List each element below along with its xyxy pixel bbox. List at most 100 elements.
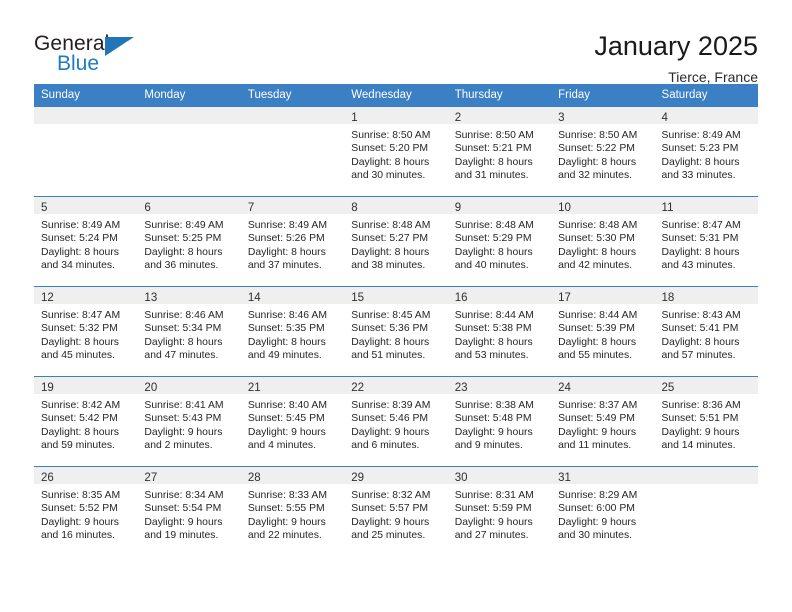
calendar-day-cell[interactable]: 5 Sunrise: 8:49 AM Sunset: 5:24 PM Daylight… xyxy=(34,196,138,287)
day-number-band: 15 xyxy=(344,287,448,304)
daylight-line-cont: and 51 minutes. xyxy=(351,350,426,362)
day-number: 1 xyxy=(351,112,358,124)
calendar-day-cell[interactable]: 12 Sunrise: 8:47 AM Sunset: 5:32 PM Dayligh… xyxy=(34,286,138,377)
sunrise-line: Sunrise: 8:32 AM xyxy=(351,490,431,501)
calendar-day-cell[interactable]: 30 Sunrise: 8:31 AM Sunset: 5:59 PM Dayligh… xyxy=(447,466,552,556)
day-number-band: 21 xyxy=(240,377,345,394)
sunset-line: Sunset: 5:51 PM xyxy=(661,413,739,425)
daylight-line: Daylight: 9 hours xyxy=(558,426,637,438)
calendar-week-row: 19 Sunrise: 8:42 AM Sunset: 5:42 PM Dayligh… xyxy=(34,376,758,467)
calendar-day-cell[interactable]: 16 Sunrise: 8:44 AM Sunset: 5:38 PM Dayligh… xyxy=(447,286,552,377)
sunrise-line: Sunrise: 8:50 AM xyxy=(454,130,534,141)
daylight-line-cont: and 25 minutes. xyxy=(351,530,426,542)
daylight-line: Daylight: 8 hours xyxy=(454,336,533,348)
calendar-day-cell[interactable]: 23 Sunrise: 8:38 AM Sunset: 5:48 PM Dayligh… xyxy=(447,376,552,467)
calendar-day-cell[interactable]: 4 Sunrise: 8:49 AM Sunset: 5:23 PM Daylight… xyxy=(654,106,758,197)
daylight-line: Daylight: 8 hours xyxy=(351,336,430,348)
calendar-day-cell[interactable]: 27 Sunrise: 8:34 AM Sunset: 5:54 PM Dayligh… xyxy=(137,466,241,556)
weekday-header-wednesday: Wednesday xyxy=(344,84,448,107)
calendar-page: General Blue January 2025 Tierce, France… xyxy=(0,0,792,612)
calendar-day-cell[interactable]: 28 Sunrise: 8:33 AM Sunset: 5:55 PM Dayligh… xyxy=(240,466,345,556)
calendar-day-cell[interactable]: 25 Sunrise: 8:36 AM Sunset: 5:51 PM Dayligh… xyxy=(654,376,758,467)
sunset-line: Sunset: 5:23 PM xyxy=(661,143,739,155)
sunrise-line: Sunrise: 8:31 AM xyxy=(454,490,534,501)
calendar-day-cell[interactable]: 19 Sunrise: 8:42 AM Sunset: 5:42 PM Dayligh… xyxy=(34,376,138,467)
weekday-header-monday: Monday xyxy=(137,84,241,107)
sunset-line: Sunset: 5:38 PM xyxy=(454,323,532,335)
calendar-day-cell[interactable]: 7 Sunrise: 8:49 AM Sunset: 5:26 PM Daylight… xyxy=(240,196,345,287)
calendar-day-cell[interactable]: 29 Sunrise: 8:32 AM Sunset: 5:57 PM Dayligh… xyxy=(344,466,448,556)
sunrise-line: Sunrise: 8:48 AM xyxy=(454,220,534,231)
day-detail-block xyxy=(137,124,240,129)
calendar-day-cell[interactable]: 26 Sunrise: 8:35 AM Sunset: 5:52 PM Dayligh… xyxy=(34,466,138,556)
sunset-line: Sunset: 5:36 PM xyxy=(351,323,429,335)
calendar-day-cell[interactable]: 31 Sunrise: 8:29 AM Sunset: 6:00 PM Dayligh… xyxy=(551,466,655,556)
day-number-band: 13 xyxy=(137,287,241,304)
calendar-day-cell[interactable]: 8 Sunrise: 8:48 AM Sunset: 5:27 PM Daylight… xyxy=(344,196,448,287)
daylight-line: Daylight: 8 hours xyxy=(41,426,119,438)
sunset-line: Sunset: 5:26 PM xyxy=(247,233,325,245)
day-number-band: 20 xyxy=(137,377,241,394)
day-detail-block: Sunrise: 8:48 AM Sunset: 5:27 PM Daylight:… xyxy=(344,214,447,273)
calendar-day-cell[interactable]: 22 Sunrise: 8:39 AM Sunset: 5:46 PM Dayligh… xyxy=(344,376,448,467)
daylight-line: Daylight: 9 hours xyxy=(247,516,326,528)
day-detail-block: Sunrise: 8:34 AM Sunset: 5:54 PM Daylight:… xyxy=(137,484,240,543)
calendar-day-cell[interactable]: 15 Sunrise: 8:45 AM Sunset: 5:36 PM Dayligh… xyxy=(344,286,448,377)
calendar-day-cell[interactable]: 24 Sunrise: 8:37 AM Sunset: 5:49 PM Dayligh… xyxy=(551,376,655,467)
daylight-line-cont: and 38 minutes. xyxy=(351,260,426,272)
day-number-band: 16 xyxy=(447,287,552,304)
daylight-line-cont: and 59 minutes. xyxy=(41,440,115,452)
day-detail-block: Sunrise: 8:50 AM Sunset: 5:21 PM Daylight:… xyxy=(448,124,551,183)
day-number: 14 xyxy=(247,292,261,304)
daylight-line: Daylight: 8 hours xyxy=(351,156,430,168)
calendar-day-cell[interactable]: 17 Sunrise: 8:44 AM Sunset: 5:39 PM Dayligh… xyxy=(551,286,655,377)
calendar-day-cell[interactable]: 20 Sunrise: 8:41 AM Sunset: 5:43 PM Dayligh… xyxy=(137,376,241,467)
daylight-line: Daylight: 8 hours xyxy=(558,336,637,348)
calendar-day-cell[interactable]: 1 Sunrise: 8:50 AM Sunset: 5:20 PM Daylight… xyxy=(344,106,448,197)
sunset-line: Sunset: 5:30 PM xyxy=(558,233,635,245)
day-number-band: 30 xyxy=(447,467,552,484)
calendar-day-cell-empty xyxy=(654,466,758,556)
calendar-day-cell[interactable]: 3 Sunrise: 8:50 AM Sunset: 5:22 PM Daylight… xyxy=(551,106,655,197)
day-number-band xyxy=(240,107,345,124)
calendar-day-cell[interactable]: 6 Sunrise: 8:49 AM Sunset: 5:25 PM Daylight… xyxy=(137,196,241,287)
day-number: 12 xyxy=(41,292,54,304)
calendar-day-cell[interactable]: 2 Sunrise: 8:50 AM Sunset: 5:21 PM Daylight… xyxy=(447,106,552,197)
calendar-day-cell[interactable]: 9 Sunrise: 8:48 AM Sunset: 5:29 PM Daylight… xyxy=(447,196,552,287)
page-header: General Blue January 2025 Tierce, France xyxy=(34,0,758,86)
day-number-band: 24 xyxy=(551,377,655,394)
calendar-day-cell[interactable]: 21 Sunrise: 8:40 AM Sunset: 5:45 PM Dayligh… xyxy=(240,376,345,467)
calendar-day-cell[interactable]: 13 Sunrise: 8:46 AM Sunset: 5:34 PM Dayligh… xyxy=(137,286,241,377)
page-title: January 2025 xyxy=(594,31,758,61)
daylight-line-cont: and 34 minutes. xyxy=(41,260,115,272)
sunset-line: Sunset: 5:55 PM xyxy=(247,503,325,515)
day-number: 16 xyxy=(454,292,468,304)
sunset-line: Sunset: 5:57 PM xyxy=(351,503,429,515)
daylight-line-cont: and 6 minutes. xyxy=(351,440,420,452)
day-detail-block: Sunrise: 8:49 AM Sunset: 5:25 PM Daylight:… xyxy=(137,214,240,273)
day-number: 6 xyxy=(144,202,151,214)
sunset-line: Sunset: 5:41 PM xyxy=(661,323,739,335)
calendar-day-cell[interactable]: 18 Sunrise: 8:43 AM Sunset: 5:41 PM Dayligh… xyxy=(654,286,758,377)
location-label: Tierce, France xyxy=(668,69,758,86)
calendar-day-cell[interactable]: 10 Sunrise: 8:48 AM Sunset: 5:30 PM Dayligh… xyxy=(551,196,655,287)
daylight-line-cont: and 32 minutes. xyxy=(558,170,633,182)
sunrise-line: Sunrise: 8:49 AM xyxy=(144,220,224,231)
sunrise-line: Sunrise: 8:50 AM xyxy=(558,130,638,141)
daylight-line-cont: and 9 minutes. xyxy=(454,440,523,452)
day-number-band: 9 xyxy=(447,197,552,214)
calendar-day-cell-empty xyxy=(240,106,345,197)
calendar-day-cell[interactable]: 11 Sunrise: 8:47 AM Sunset: 5:31 PM Dayligh… xyxy=(654,196,758,287)
sunrise-line: Sunrise: 8:38 AM xyxy=(454,400,534,411)
day-number-band: 1 xyxy=(344,107,448,124)
sunrise-line: Sunrise: 8:29 AM xyxy=(558,490,638,501)
day-number: 26 xyxy=(41,472,54,484)
sunrise-line: Sunrise: 8:46 AM xyxy=(247,310,327,321)
weekday-header-sunday: Sunday xyxy=(34,84,138,107)
daylight-line: Daylight: 8 hours xyxy=(558,156,637,168)
sunset-line: Sunset: 5:24 PM xyxy=(41,233,118,245)
daylight-line-cont: and 43 minutes. xyxy=(661,260,736,272)
day-detail-block: Sunrise: 8:29 AM Sunset: 6:00 PM Daylight:… xyxy=(551,484,654,543)
calendar-day-cell[interactable]: 14 Sunrise: 8:46 AM Sunset: 5:35 PM Dayligh… xyxy=(240,286,345,377)
day-number-band: 3 xyxy=(551,107,655,124)
